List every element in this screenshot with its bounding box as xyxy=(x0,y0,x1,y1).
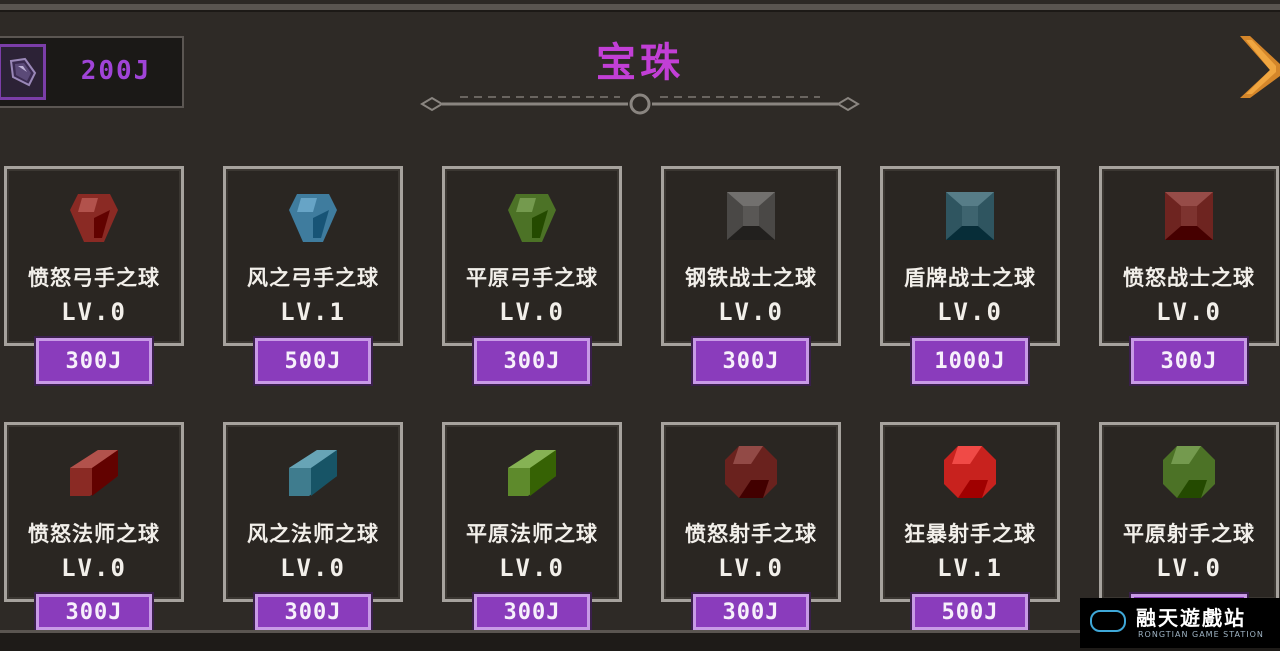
purple-crystal-icon xyxy=(0,44,46,100)
orb-card[interactable]: 愤怒法师之球 LV.0 xyxy=(4,422,184,602)
title-ornament xyxy=(420,93,860,115)
buy-price-button[interactable]: 300J xyxy=(472,592,592,632)
currency-value: 200J xyxy=(80,56,152,86)
orb-name: 风之弓手之球 xyxy=(247,266,379,290)
buy-price-button[interactable]: 1000J xyxy=(910,336,1030,386)
dark-red-round-gem-icon xyxy=(721,442,781,502)
green-shield-gem-icon xyxy=(502,186,562,246)
buy-price-button[interactable]: 500J xyxy=(910,592,1030,632)
buy-price-button[interactable]: 300J xyxy=(1129,336,1249,386)
orb-level: LV.0 xyxy=(718,298,784,326)
close-x-icon[interactable] xyxy=(1236,32,1280,102)
orb-card[interactable]: 愤怒弓手之球 LV.0 xyxy=(4,166,184,346)
orb-level: LV.0 xyxy=(718,554,784,582)
watermark-logo: 融天遊戲站 RONGTIAN GAME STATION xyxy=(1080,598,1280,648)
watermark-cn: 融天遊戲站 xyxy=(1136,606,1246,630)
orb-name: 风之法师之球 xyxy=(247,522,379,546)
orb-card[interactable]: 愤怒战士之球 LV.0 xyxy=(1099,166,1279,346)
orb-card[interactable]: 平原射手之球 LV.0 xyxy=(1099,422,1279,602)
buy-price-button[interactable]: 300J xyxy=(691,592,811,632)
orb-name: 愤怒法师之球 xyxy=(28,522,160,546)
green-bar-gem-icon xyxy=(502,442,562,502)
red-shield-gem-icon xyxy=(64,186,124,246)
orb-card[interactable]: 风之弓手之球 LV.1 xyxy=(223,166,403,346)
buy-price-button[interactable]: 500J xyxy=(253,336,373,386)
orb-level: LV.0 xyxy=(1156,554,1222,582)
buy-price-button[interactable]: 300J xyxy=(691,336,811,386)
page-title: 宝珠 xyxy=(596,40,684,86)
orb-card[interactable]: 平原弓手之球 LV.0 xyxy=(442,166,622,346)
orb-card[interactable]: 风之法师之球 LV.0 xyxy=(223,422,403,602)
orb-name: 钢铁战士之球 xyxy=(685,266,817,290)
orb-level: LV.1 xyxy=(937,554,1003,582)
orb-card[interactable]: 平原法师之球 LV.0 xyxy=(442,422,622,602)
buy-price-button[interactable]: 300J xyxy=(472,336,592,386)
orb-card[interactable]: 盾牌战士之球 LV.0 xyxy=(880,166,1060,346)
buy-price-button[interactable]: 300J xyxy=(34,336,154,386)
orb-card[interactable]: 狂暴射手之球 LV.1 xyxy=(880,422,1060,602)
teal-square-gem-icon xyxy=(940,186,1000,246)
gray-square-gem-icon xyxy=(721,186,781,246)
blue-bar-gem-icon xyxy=(283,442,343,502)
buy-price-button[interactable]: 300J xyxy=(253,592,373,632)
buy-price-button[interactable]: 300J xyxy=(34,592,154,632)
orb-name: 狂暴射手之球 xyxy=(904,522,1036,546)
gamepad-icon xyxy=(1090,610,1126,632)
orb-level: LV.0 xyxy=(499,554,565,582)
orb-level: LV.0 xyxy=(937,298,1003,326)
orb-level: LV.0 xyxy=(280,554,346,582)
currency-display: 200J xyxy=(0,36,184,108)
panel-top-border xyxy=(0,4,1280,12)
orb-level: LV.1 xyxy=(280,298,346,326)
orb-card[interactable]: 钢铁战士之球 LV.0 xyxy=(661,166,841,346)
orb-name: 愤怒战士之球 xyxy=(1123,266,1255,290)
orb-card[interactable]: 愤怒射手之球 LV.0 xyxy=(661,422,841,602)
watermark-en: RONGTIAN GAME STATION xyxy=(1138,630,1264,639)
red-bar-gem-icon xyxy=(64,442,124,502)
blue-shield-gem-icon xyxy=(283,186,343,246)
orb-name: 平原弓手之球 xyxy=(466,266,598,290)
orb-name: 愤怒射手之球 xyxy=(685,522,817,546)
orb-level: LV.0 xyxy=(61,298,127,326)
orb-name: 愤怒弓手之球 xyxy=(28,266,160,290)
orb-name: 盾牌战士之球 xyxy=(904,266,1036,290)
orb-level: LV.0 xyxy=(1156,298,1222,326)
orb-level: LV.0 xyxy=(499,298,565,326)
orb-name: 平原射手之球 xyxy=(1123,522,1255,546)
red-square-gem-icon xyxy=(1159,186,1219,246)
green-round-gem-icon xyxy=(1159,442,1219,502)
orb-name: 平原法师之球 xyxy=(466,522,598,546)
orb-level: LV.0 xyxy=(61,554,127,582)
bright-red-round-gem-icon xyxy=(940,442,1000,502)
